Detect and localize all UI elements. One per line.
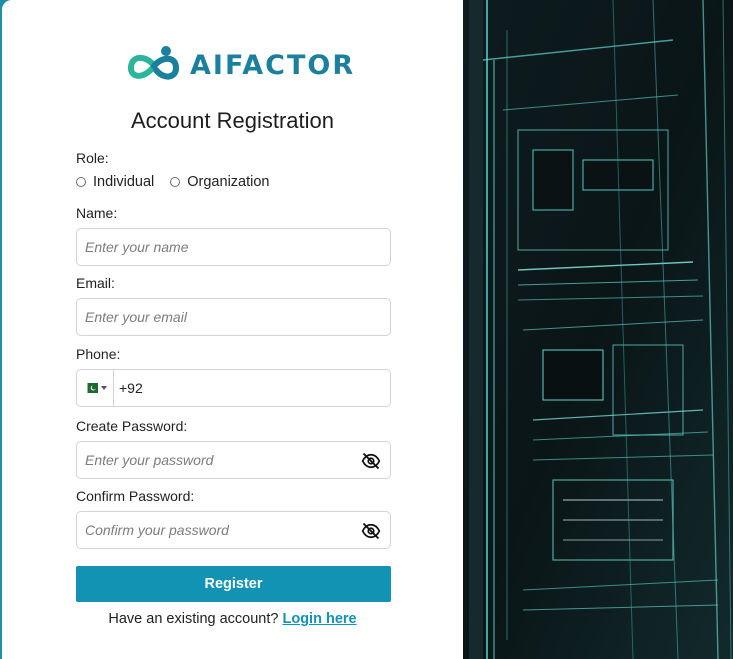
eye-slash-icon[interactable] — [361, 451, 381, 471]
pakistan-flag-icon — [83, 383, 98, 393]
country-code-selector[interactable] — [77, 370, 114, 406]
circuit-board-illustration — [463, 0, 733, 659]
create-password-label: Create Password: — [76, 418, 188, 434]
login-link[interactable]: Login here — [282, 611, 356, 627]
registration-form-panel: AIFACTOR Account Registration Role: Indi… — [2, 0, 463, 659]
page-title: Account Registration — [131, 108, 334, 133]
role-label: Role: — [76, 150, 109, 166]
login-prompt: Have an existing account? Login here — [2, 611, 463, 627]
confirm-password-label: Confirm Password: — [76, 488, 195, 504]
radio-organization[interactable] — [170, 177, 181, 187]
name-label: Name: — [76, 205, 118, 221]
login-prompt-text: Have an existing account? — [108, 611, 279, 627]
phone-code-value[interactable]: +92 — [119, 380, 143, 396]
phone-label: Phone: — [76, 346, 121, 362]
circuit-board-image — [463, 0, 733, 659]
infinity-person-logo-icon — [128, 46, 180, 80]
brand-logo: AIFACTOR — [126, 44, 355, 86]
radio-organization-label[interactable]: Organization — [187, 174, 269, 190]
confirm-password-field — [76, 511, 391, 549]
name-input[interactable] — [77, 229, 350, 265]
role-radio-group: Individual Organization — [76, 174, 285, 190]
phone-field[interactable]: +92 — [76, 369, 391, 407]
registration-card: AIFACTOR Account Registration Role: Indi… — [2, 0, 733, 659]
create-password-input[interactable] — [77, 442, 350, 478]
eye-slash-icon[interactable] — [361, 521, 381, 541]
register-button[interactable]: Register — [76, 566, 391, 602]
email-label: Email: — [76, 275, 115, 291]
email-field — [76, 298, 391, 336]
caret-down-icon — [100, 386, 107, 390]
brand-name: AIFACTOR — [190, 49, 356, 81]
name-field — [76, 228, 391, 266]
create-password-field — [76, 441, 391, 479]
email-input[interactable] — [77, 299, 350, 335]
confirm-password-input[interactable] — [77, 512, 350, 548]
radio-individual[interactable] — [76, 177, 86, 187]
radio-individual-label[interactable]: Individual — [93, 174, 154, 190]
